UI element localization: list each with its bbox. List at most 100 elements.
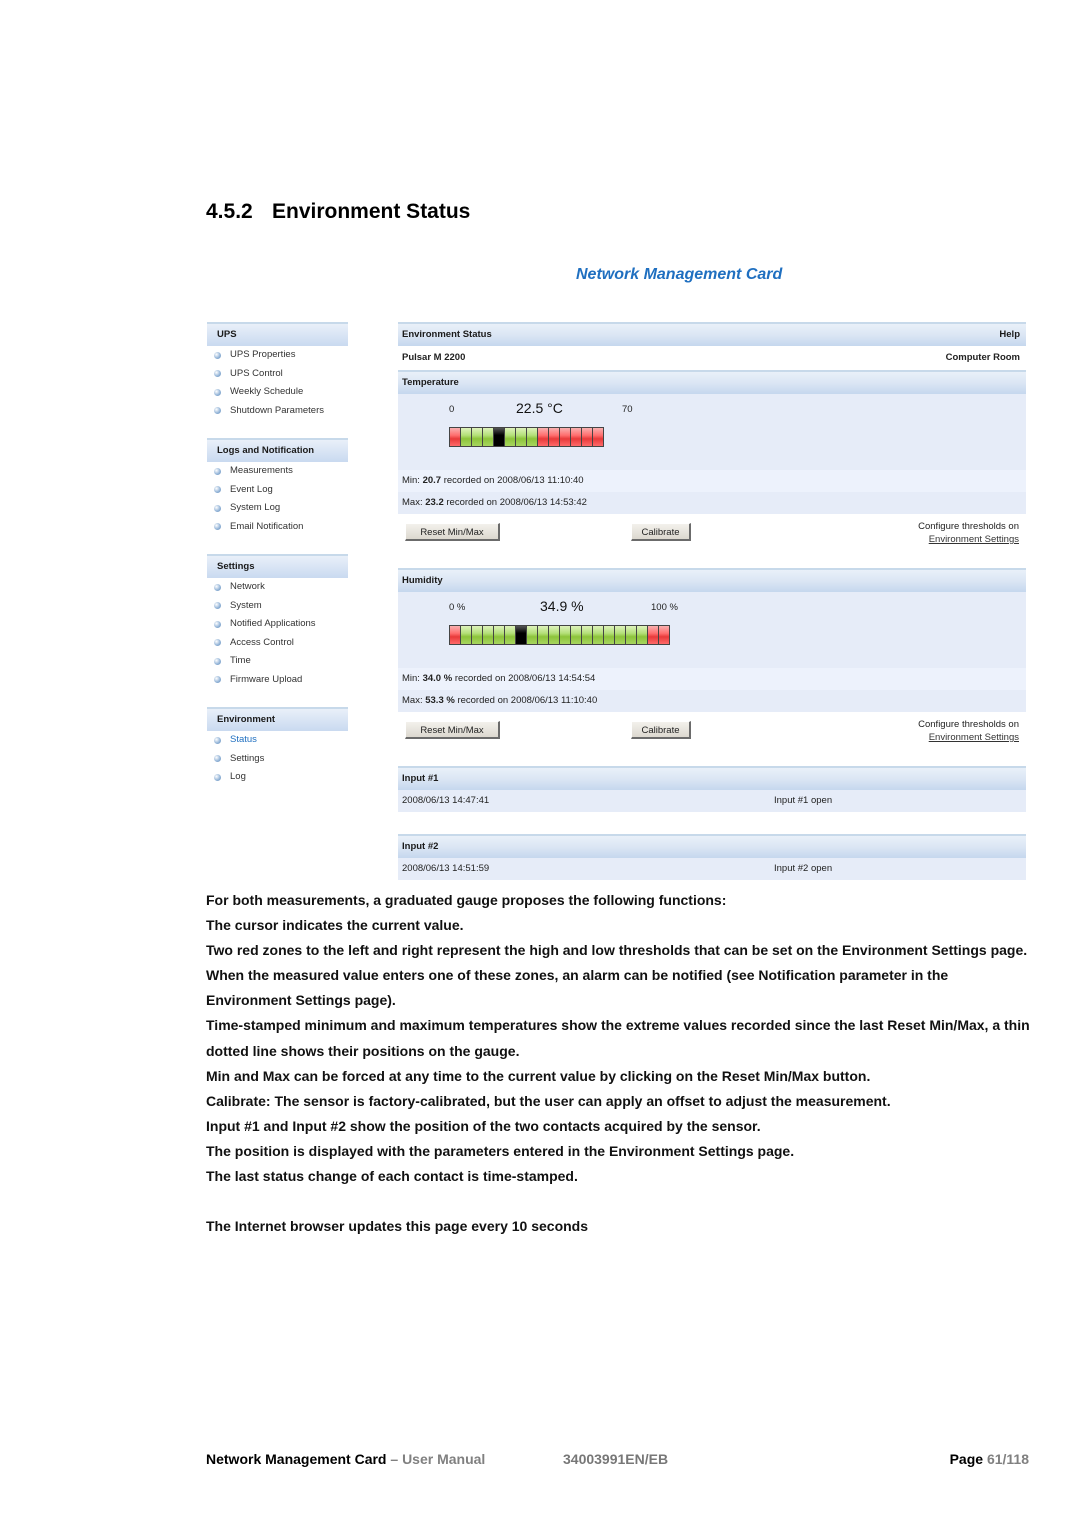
temperature-configure-note: Configure thresholds on Environment Sett…	[918, 520, 1019, 546]
gauge-segment-green	[483, 626, 493, 644]
sidebar-item-email-notification[interactable]: Email Notification	[207, 518, 348, 537]
sidebar-group-title: Logs and Notification	[207, 438, 348, 462]
device-name: Pulsar M 2200	[402, 352, 466, 363]
temperature-scale-max: 70	[622, 404, 633, 415]
temperature-calibrate-button[interactable]: Calibrate	[631, 523, 691, 541]
sidebar-item-ups-properties[interactable]: UPS Properties	[207, 346, 348, 365]
bullet-icon	[214, 639, 221, 647]
sidebar-item-measurements[interactable]: Measurements	[207, 462, 348, 481]
sidebar-item-weekly-schedule[interactable]: Weekly Schedule	[207, 383, 348, 402]
temperature-current-value: 22.5 °C	[516, 400, 563, 416]
sidebar-item-label: Network	[230, 581, 265, 592]
sidebar-item-access-control[interactable]: Access Control	[207, 634, 348, 653]
sidebar-item-shutdown-parameters[interactable]: Shutdown Parameters	[207, 402, 348, 421]
gauge-segment-green	[637, 626, 647, 644]
input1-row: 2008/06/13 14:47:41 Input #1 open	[398, 790, 1026, 812]
refresh-note: The Internet browser updates this page e…	[206, 1218, 589, 1235]
sidebar-group-environment: Environment Status Settings Log	[207, 707, 348, 787]
sidebar-item-label: UPS Control	[230, 367, 283, 379]
sidebar-item-notified-applications[interactable]: Notified Applications	[207, 615, 348, 634]
body-paragraph: The cursor indicates the current value.	[206, 917, 464, 934]
sidebar-item-label: Measurements	[230, 465, 293, 476]
gauge-segment-red	[582, 428, 592, 446]
gauge-segment-green	[593, 626, 603, 644]
temperature-min-recorded: recorded on 2008/06/13 11:10:40	[443, 475, 584, 486]
sidebar-item-time[interactable]: Time	[207, 652, 348, 671]
sidebar-item-settings[interactable]: Settings	[207, 750, 348, 769]
sidebar-group-title: UPS	[207, 322, 348, 346]
gauge-segment-red	[450, 626, 460, 644]
humidity-header: Humidity	[398, 568, 1026, 592]
sidebar-item-network[interactable]: Network	[207, 578, 348, 597]
footer-doc-number: 34003991EN/EB	[563, 1451, 669, 1467]
environment-settings-link[interactable]: Environment Settings	[929, 732, 1019, 743]
humidity-scale-min: 0 %	[449, 602, 466, 613]
humidity-configure-note: Configure thresholds on Environment Sett…	[918, 718, 1019, 744]
input1-section: Input #1 2008/06/13 14:47:41 Input #1 op…	[398, 766, 1026, 812]
body-paragraph: The last status change of each contact i…	[206, 1168, 578, 1185]
sidebar-item-system-log[interactable]: System Log	[207, 499, 348, 518]
gauge-segment-green	[527, 626, 537, 644]
humidity-max-recorded: recorded on 2008/06/13 11:10:40	[457, 695, 598, 706]
environment-settings-link[interactable]: Environment Settings	[929, 534, 1019, 545]
page-footer: Network Management Card – User Manual 34…	[206, 1451, 1029, 1471]
bullet-icon	[214, 755, 221, 763]
sidebar-item-label: Firmware Upload	[230, 673, 303, 685]
gauge-segment-green	[582, 626, 592, 644]
bullet-icon	[214, 736, 221, 744]
input1-title: Input #1	[402, 773, 439, 784]
humidity-max-row: Max: 53.3 % recorded on 2008/06/13 11:10…	[398, 690, 1026, 712]
sidebar-group-logs-and-notification: Logs and Notification Measurements Event L…	[207, 438, 348, 536]
temperature-min-row: Min: 20.7 recorded on 2008/06/13 11:10:4…	[398, 470, 1026, 492]
gauge-segment-green	[505, 626, 515, 644]
body-paragraph: Min and Max can be forced at any time to…	[206, 1067, 871, 1084]
sidebar-item-ups-control[interactable]: UPS Control	[207, 365, 348, 384]
gauge-segment-green	[494, 626, 504, 644]
gauge-cursor	[494, 428, 504, 446]
gauge-segment-red	[450, 428, 460, 446]
humidity-max-label: Max:	[402, 695, 423, 706]
bullet-icon	[214, 773, 221, 781]
gauge-segment-red	[571, 428, 581, 446]
sidebar-item-event-log[interactable]: Event Log	[207, 481, 348, 500]
sidebar-item-label: Notified Applications	[230, 618, 316, 629]
sidebar: UPS UPS Properties UPS Control Weekly Sched…	[207, 322, 348, 805]
sidebar-item-log[interactable]: Log	[207, 768, 348, 787]
gauge-segment-green	[571, 626, 581, 644]
sidebar-item-label: Time	[230, 655, 251, 666]
bullet-icon	[214, 351, 221, 359]
temperature-min-label: Min:	[402, 475, 420, 486]
sidebar-item-status[interactable]: Status	[207, 731, 348, 750]
humidity-min-recorded: recorded on 2008/06/13 14:54:54	[454, 673, 596, 684]
bullet-icon	[214, 676, 221, 684]
temperature-max-value: 23.2	[425, 497, 444, 508]
body-paragraph: Input #1 and Input #2 show the position …	[206, 1117, 761, 1134]
gauge-segment-green	[549, 626, 559, 644]
sidebar-item-system[interactable]: System	[207, 597, 348, 616]
gauge-segment-green	[461, 428, 471, 446]
configure-text: Configure thresholds on	[918, 521, 1019, 532]
sidebar-item-firmware-upload[interactable]: Firmware Upload	[207, 671, 348, 690]
device-info-row: Pulsar M 2200 Computer Room	[398, 346, 1026, 370]
input2-header: Input #2	[398, 834, 1026, 858]
humidity-title: Humidity	[402, 575, 443, 586]
temperature-section: Temperature 0 22.5 °C 70 Min: 20.7 recor…	[398, 370, 1026, 556]
footer-manual: User Manual	[402, 1451, 486, 1467]
humidity-reset-minmax-button[interactable]: Reset Min/Max	[405, 721, 500, 739]
footer-page-label: Page	[949, 1451, 984, 1467]
sidebar-group-title: Environment	[207, 707, 348, 731]
body-paragraph: When the measured value enters one of th…	[206, 967, 949, 1009]
temperature-reset-minmax-button[interactable]: Reset Min/Max	[405, 523, 500, 541]
gauge-segment-red	[648, 626, 658, 644]
temperature-min-value: 20.7	[422, 475, 442, 486]
bullet-icon	[214, 370, 221, 378]
humidity-calibrate-button[interactable]: Calibrate	[631, 721, 691, 739]
bullet-icon	[214, 602, 221, 610]
input1-timestamp: 2008/06/13 14:47:41	[402, 795, 490, 806]
gauge-segment-green	[538, 626, 548, 644]
gauge-segment-red	[659, 626, 669, 644]
sidebar-item-label: Event Log	[230, 483, 273, 495]
app-title: Network Management Card	[576, 266, 783, 283]
help-link[interactable]: Help	[999, 324, 1020, 346]
sidebar-group-title: Settings	[207, 554, 348, 578]
